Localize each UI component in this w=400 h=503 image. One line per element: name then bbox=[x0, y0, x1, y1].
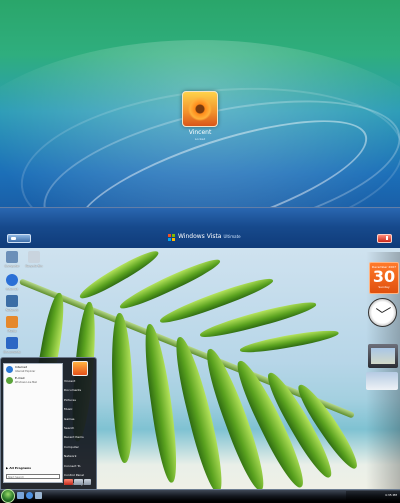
calendar-gadget[interactable]: December 2007 30 Sunday bbox=[369, 262, 399, 294]
clock-minute-hand bbox=[381, 307, 391, 313]
media-player-icon bbox=[6, 316, 18, 328]
desktop-icon-label: Recycle Bin bbox=[25, 264, 43, 268]
user-status: Locked bbox=[194, 137, 206, 141]
tray-clock[interactable]: 4:35 PM bbox=[385, 493, 397, 497]
start-link-documents[interactable]: Documents bbox=[64, 386, 94, 395]
slideshow-picture bbox=[371, 348, 395, 364]
weather-gadget[interactable] bbox=[366, 372, 398, 390]
desktop-icon-label: Documents bbox=[3, 350, 21, 354]
start-link-user[interactable]: Vincent bbox=[64, 377, 94, 386]
clock-gadget[interactable] bbox=[368, 298, 397, 327]
windows-vista-logo: Windows Vista Ultimate bbox=[178, 233, 241, 240]
pinned-internet[interactable]: Internet Internet Explorer bbox=[4, 364, 62, 375]
flower-picture-icon bbox=[188, 97, 212, 121]
start-link-pictures[interactable]: Pictures bbox=[64, 396, 94, 405]
desktop-icon-computer[interactable]: Computer bbox=[2, 251, 22, 268]
desktop-icon-media[interactable]: Media bbox=[2, 316, 22, 333]
start-link-recent-items[interactable]: Recent Items bbox=[64, 433, 94, 442]
network-icon bbox=[6, 295, 18, 307]
desktop-icon-recycle-bin[interactable]: Recycle Bin bbox=[24, 251, 44, 268]
pinned-subtitle: Internet Explorer bbox=[15, 369, 36, 373]
computer-icon bbox=[6, 251, 18, 263]
desktop-icon-label: Internet bbox=[6, 287, 18, 291]
desktop-icon-network[interactable]: Network bbox=[2, 295, 22, 312]
lock-button[interactable] bbox=[74, 479, 83, 485]
desktop-icon-internet[interactable]: Internet bbox=[2, 274, 22, 291]
desktop-icon-label: Network bbox=[5, 308, 19, 312]
edition-text: Ultimate bbox=[223, 234, 241, 239]
start-menu-left-pane: Internet Internet Explorer E-mail Window… bbox=[3, 363, 63, 483]
start-orb-button[interactable] bbox=[1, 489, 15, 503]
brand-text: Windows Vista bbox=[178, 233, 222, 240]
login-screen: Vincent Locked Windows Vista Ultimate bbox=[0, 0, 400, 248]
switch-windows-icon[interactable] bbox=[35, 492, 42, 499]
show-desktop-icon[interactable] bbox=[17, 492, 24, 499]
all-programs-button[interactable]: ▶ All Programs bbox=[6, 466, 31, 470]
desktop-icon-label: Media bbox=[7, 329, 17, 333]
login-bottom-bar bbox=[0, 207, 400, 248]
pinned-email[interactable]: E-mail Windows Live Mail bbox=[4, 375, 62, 386]
calendar-day: 30 bbox=[372, 267, 396, 286]
shutdown-options-arrow[interactable] bbox=[84, 479, 91, 485]
all-programs-label: All Programs bbox=[9, 466, 32, 470]
mail-icon bbox=[6, 377, 13, 384]
start-menu: Internet Internet Explorer E-mail Window… bbox=[0, 357, 97, 496]
slideshow-gadget[interactable] bbox=[368, 344, 398, 368]
internet-explorer-icon bbox=[6, 274, 18, 286]
start-search-input[interactable]: Start Search bbox=[6, 474, 60, 479]
system-tray: 4:35 PM bbox=[346, 491, 400, 500]
start-link-games[interactable]: Games bbox=[64, 415, 94, 424]
start-link-connect-to[interactable]: Connect To bbox=[64, 462, 94, 471]
username-label: Vincent bbox=[188, 129, 212, 136]
power-button[interactable] bbox=[64, 479, 73, 485]
internet-explorer-icon bbox=[6, 366, 13, 373]
power-controls bbox=[64, 479, 94, 486]
desktop-icon-documents[interactable]: Documents bbox=[2, 337, 22, 354]
ease-of-access-button[interactable] bbox=[7, 234, 31, 243]
user-picture bbox=[72, 361, 88, 376]
shutdown-button[interactable] bbox=[377, 234, 392, 243]
desktop-icon-label: Computer bbox=[4, 264, 20, 268]
internet-explorer-icon[interactable] bbox=[26, 492, 33, 499]
start-link-music[interactable]: Music bbox=[64, 405, 94, 414]
user-tile[interactable] bbox=[182, 91, 218, 127]
taskbar: 4:35 PM bbox=[0, 489, 400, 503]
start-link-search[interactable]: Search bbox=[64, 424, 94, 433]
documents-folder-icon bbox=[6, 337, 18, 349]
pinned-subtitle: Windows Live Mail bbox=[15, 380, 37, 384]
windows-flag-icon bbox=[168, 234, 176, 242]
start-link-network[interactable]: Network bbox=[64, 452, 94, 461]
start-link-computer[interactable]: Computer bbox=[64, 443, 94, 452]
recycle-bin-icon bbox=[28, 251, 40, 263]
